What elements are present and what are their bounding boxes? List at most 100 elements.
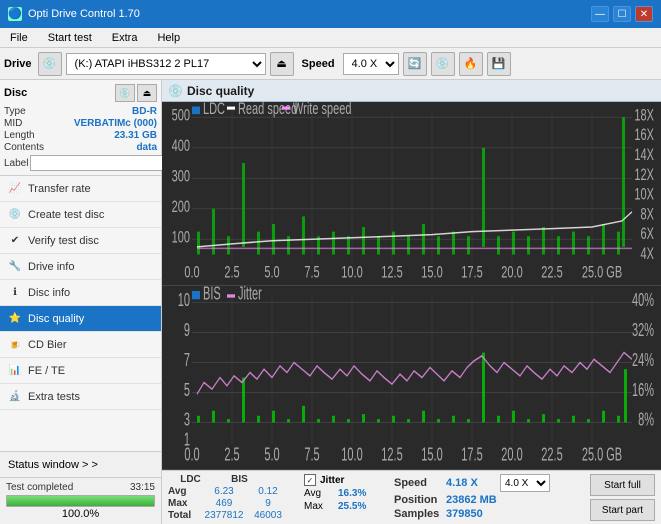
- menu-help[interactable]: Help: [151, 31, 186, 45]
- close-button[interactable]: ✕: [635, 6, 653, 22]
- disc-mid-value: VERBATIMc (000): [74, 118, 157, 129]
- upper-chart-svg: 500 400 300 200 100 18X 16X 14X 12X 10X …: [162, 102, 661, 285]
- svg-text:Read speed: Read speed: [238, 102, 297, 119]
- disc-section-title: Disc: [4, 87, 27, 99]
- maximize-button[interactable]: ☐: [613, 6, 631, 22]
- menu-start-test[interactable]: Start test: [42, 31, 98, 45]
- svg-text:14X: 14X: [634, 146, 654, 165]
- jitter-label: Jitter: [320, 475, 344, 486]
- disc-length-label: Length: [4, 130, 35, 141]
- speed-select[interactable]: 4.0 X: [343, 53, 399, 75]
- svg-text:10.0: 10.0: [341, 445, 362, 466]
- svg-text:4X: 4X: [641, 245, 655, 264]
- nav-transfer-rate[interactable]: 📈 Transfer rate: [0, 176, 161, 202]
- lower-chart-svg: 10 9 7 5 3 1 40% 32% 24% 16% 8% 0.0 2.5 …: [162, 286, 661, 469]
- stats-max-label: Max: [168, 498, 200, 509]
- nav-drive-info[interactable]: 🔧 Drive info: [0, 254, 161, 280]
- svg-text:0.0: 0.0: [184, 445, 199, 466]
- stats-total-bis: 46003: [248, 510, 288, 521]
- burn-button[interactable]: 🔥: [459, 52, 483, 76]
- start-part-button[interactable]: Start part: [590, 499, 655, 521]
- save-button[interactable]: 💾: [487, 52, 511, 76]
- status-bar-container: Test completed 33:15 100.0%: [0, 478, 161, 524]
- nav-extra-tests-label: Extra tests: [28, 391, 80, 403]
- stats-ldc-header: LDC: [168, 474, 213, 485]
- disc-type-value: BD-R: [132, 106, 157, 117]
- refresh-button[interactable]: 🔄: [403, 52, 427, 76]
- disc-info-icon: ℹ: [8, 286, 22, 300]
- drive-select[interactable]: (K:) ATAPI iHBS312 2 PL17: [66, 53, 266, 75]
- svg-text:500: 500: [172, 106, 190, 125]
- disc-header: Disc 💿 ⏏: [4, 84, 157, 102]
- nav-verify-test-disc[interactable]: ✔ Verify test disc: [0, 228, 161, 254]
- nav-disc-info[interactable]: ℹ Disc info: [0, 280, 161, 306]
- nav-create-test-disc[interactable]: 💿 Create test disc: [0, 202, 161, 228]
- svg-text:32%: 32%: [632, 320, 654, 341]
- start-full-button[interactable]: Start full: [590, 474, 655, 496]
- svg-text:16%: 16%: [632, 380, 654, 401]
- speed-label: Speed: [302, 58, 335, 70]
- svg-text:10.0: 10.0: [341, 263, 362, 282]
- jitter-avg-row: Avg 16.3%: [304, 488, 378, 499]
- status-text: Test completed: [6, 482, 73, 493]
- status-window-label: Status window > >: [8, 459, 98, 471]
- panel-icon: 💿: [168, 84, 183, 98]
- menu-extra[interactable]: Extra: [106, 31, 144, 45]
- jitter-max-row: Max 25.5%: [304, 501, 378, 512]
- svg-text:12X: 12X: [634, 166, 654, 185]
- position-row: Position 23862 MB: [394, 494, 550, 506]
- progress-bar-fill: [7, 496, 154, 506]
- svg-text:2.5: 2.5: [224, 263, 239, 282]
- svg-text:17.5: 17.5: [461, 445, 482, 466]
- speed-stat-select[interactable]: 4.0 X: [500, 474, 550, 492]
- jitter-checkbox[interactable]: ✓: [304, 474, 316, 486]
- svg-text:22.5: 22.5: [541, 263, 562, 282]
- jitter-avg-label: Avg: [304, 488, 334, 499]
- minimize-button[interactable]: —: [591, 6, 609, 22]
- svg-text:12.5: 12.5: [381, 263, 402, 282]
- disc-label-row: Label ✎: [4, 155, 157, 171]
- jitter-max-value: 25.5%: [338, 501, 378, 512]
- svg-text:10: 10: [178, 290, 190, 311]
- speed-position-section: Speed 4.18 X 4.0 X Position 23862 MB Sam…: [394, 474, 550, 520]
- main-layout: Disc 💿 ⏏ Type BD-R MID VERBATIMc (000) L…: [0, 80, 661, 524]
- nav-disc-quality[interactable]: ⭐ Disc quality: [0, 306, 161, 332]
- disc-eject-button[interactable]: ⏏: [137, 84, 157, 102]
- nav-verify-test-disc-label: Verify test disc: [28, 235, 99, 247]
- svg-text:6X: 6X: [641, 225, 655, 244]
- drive-icon-btn[interactable]: 💿: [38, 52, 62, 76]
- disc-label-input[interactable]: [30, 155, 168, 171]
- stats-avg-ldc: 6.23: [204, 486, 244, 497]
- sidebar: Disc 💿 ⏏ Type BD-R MID VERBATIMc (000) L…: [0, 80, 162, 524]
- disc-contents-label: Contents: [4, 142, 44, 153]
- nav-extra-tests[interactable]: 🔬 Extra tests: [0, 384, 161, 410]
- nav-cd-bier[interactable]: 🍺 CD Bier: [0, 332, 161, 358]
- disc-section: Disc 💿 ⏏ Type BD-R MID VERBATIMc (000) L…: [0, 80, 161, 176]
- svg-text:3: 3: [184, 410, 190, 431]
- disc-mid-label: MID: [4, 118, 22, 129]
- fe-te-icon: 📊: [8, 364, 22, 378]
- samples-label: Samples: [394, 508, 442, 520]
- svg-text:17.5: 17.5: [461, 263, 482, 282]
- svg-text:Jitter: Jitter: [238, 286, 262, 304]
- app-icon: 🔵: [8, 7, 22, 21]
- svg-text:LDC: LDC: [203, 102, 225, 119]
- position-value: 23862 MB: [446, 494, 497, 506]
- disc-button[interactable]: 💿: [431, 52, 455, 76]
- nav-fe-te[interactable]: 📊 FE / TE: [0, 358, 161, 384]
- svg-text:16X: 16X: [634, 126, 654, 145]
- drive-info-icon: 🔧: [8, 260, 22, 274]
- menu-file[interactable]: File: [4, 31, 34, 45]
- svg-text:5: 5: [184, 380, 190, 401]
- svg-text:10X: 10X: [634, 185, 654, 204]
- status-window-button[interactable]: Status window > >: [0, 452, 161, 478]
- jitter-max-label: Max: [304, 501, 334, 512]
- eject-button[interactable]: ⏏: [270, 52, 294, 76]
- svg-text:7.5: 7.5: [304, 445, 319, 466]
- stats-total-ldc: 2377812: [204, 510, 244, 521]
- disc-type-label: Type: [4, 106, 26, 117]
- disc-length-row: Length 23.31 GB: [4, 130, 157, 141]
- svg-text:400: 400: [172, 137, 190, 156]
- stats-avg-label: Avg: [168, 486, 200, 497]
- svg-text:25.0 GB: 25.0 GB: [582, 263, 622, 282]
